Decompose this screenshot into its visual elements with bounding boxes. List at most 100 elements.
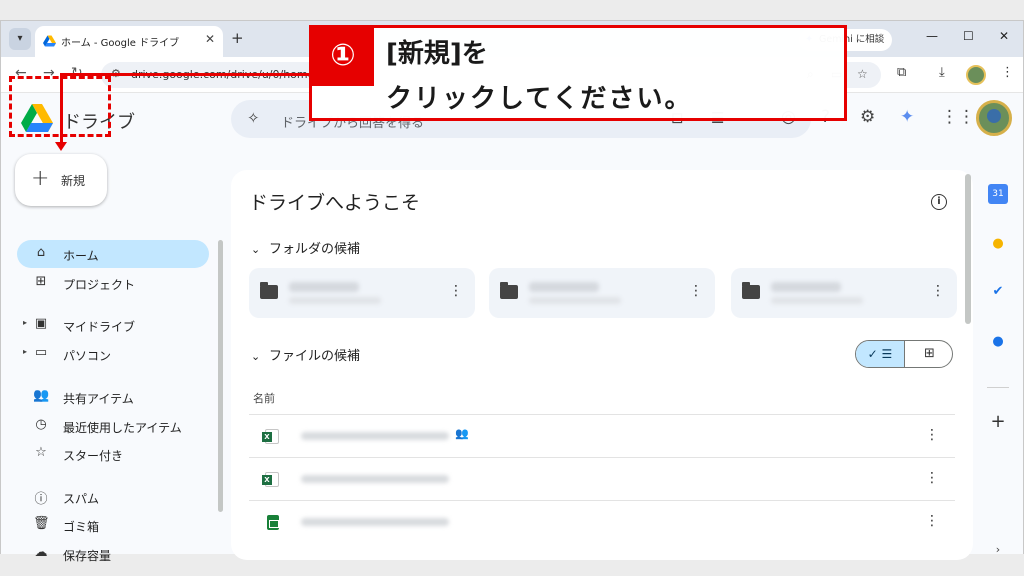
folder-path-redacted: [289, 297, 381, 304]
chevron-down-icon: ⌄: [251, 243, 261, 256]
sidebar-item-label: スター付き: [63, 449, 124, 463]
bookmark-star-icon[interactable]: ☆: [857, 67, 868, 81]
sidebar-item-shared[interactable]: 👥 共有アイテム: [17, 383, 209, 411]
grid-view-button[interactable]: ⊞: [905, 341, 952, 367]
file-name-redacted: [301, 518, 449, 526]
folder-name-redacted: [289, 282, 359, 292]
step-number: ①: [312, 28, 374, 86]
tab-search-button[interactable]: ▾: [9, 28, 31, 50]
sidebar-item-my-drive[interactable]: ▸ ▣ マイドライブ: [17, 311, 209, 339]
plus-icon: +: [31, 166, 50, 191]
add-addon-icon[interactable]: +: [988, 412, 1008, 432]
main-scrollbar[interactable]: [965, 174, 971, 324]
file-name-redacted: [301, 432, 449, 440]
folder-card[interactable]: ⋮: [249, 268, 475, 318]
calendar-icon[interactable]: 31: [988, 184, 1008, 204]
new-tab-button[interactable]: +: [231, 29, 244, 47]
contacts-icon[interactable]: ●: [988, 332, 1008, 352]
sidebar-item-computers[interactable]: ▸ ▭ パソコン: [17, 340, 209, 368]
excel-file-icon: [262, 472, 279, 487]
projects-icon: ⊞: [35, 274, 47, 289]
account-avatar[interactable]: [976, 100, 1012, 136]
folders-section-header[interactable]: ⌄ フォルダの候補: [251, 238, 360, 257]
excel-file-icon: [262, 429, 279, 444]
sidebar-item-starred[interactable]: ☆ スター付き: [17, 440, 209, 468]
sheets-file-icon: [267, 515, 279, 530]
pointer-arrow-line: [60, 73, 63, 145]
more-options-icon[interactable]: ⋮: [689, 283, 703, 299]
close-tab-icon[interactable]: ✕: [205, 32, 215, 46]
extensions-icon[interactable]: ⧉: [897, 65, 906, 80]
section-title: フォルダの候補: [269, 242, 361, 257]
tasks-icon[interactable]: ✔: [988, 282, 1008, 302]
sidebar-item-label: パソコン: [63, 349, 112, 363]
drive-favicon-icon: [43, 35, 56, 47]
home-icon: ⌂: [36, 245, 46, 260]
instruction-line1: [新規]を: [386, 39, 488, 69]
tab-drive-home[interactable]: ホーム - Google ドライブ ✕: [35, 26, 223, 57]
file-row[interactable]: 👥 ⋮: [249, 414, 955, 457]
star-icon: ☆: [35, 445, 47, 460]
sidebar-item-recent[interactable]: ◷ 最近使用したアイテム: [17, 412, 209, 440]
folder-path-redacted: [771, 297, 863, 304]
more-options-icon[interactable]: ⋮: [925, 513, 939, 529]
info-icon[interactable]: i: [931, 194, 947, 210]
gemini-icon[interactable]: ✦: [900, 107, 914, 127]
close-window-icon[interactable]: ✕: [999, 29, 1009, 43]
ai-search-icon: ✧: [247, 109, 260, 127]
folder-icon: [500, 282, 518, 299]
folder-path-redacted: [529, 297, 621, 304]
new-button[interactable]: + 新規: [15, 154, 107, 206]
more-options-icon[interactable]: ⋮: [931, 283, 945, 299]
column-header-name[interactable]: 名前: [253, 390, 275, 406]
sidebar-item-label: 保存容量: [63, 549, 112, 563]
expand-caret-icon[interactable]: ▸: [23, 318, 27, 327]
folder-card[interactable]: ⋮: [489, 268, 715, 318]
sidebar-item-label: マイドライブ: [63, 320, 136, 334]
file-row[interactable]: ⋮: [249, 457, 955, 500]
sidebar-item-projects[interactable]: ⊞ プロジェクト: [17, 269, 209, 297]
sidebar-item-label: 共有アイテム: [63, 392, 134, 406]
download-icon[interactable]: ⤓: [939, 65, 945, 80]
expand-panel-icon[interactable]: ›: [988, 540, 1008, 560]
sidebar-item-home[interactable]: ⌂ ホーム: [17, 240, 209, 268]
expand-caret-icon[interactable]: ▸: [23, 347, 27, 356]
section-title: ファイルの候補: [269, 349, 361, 364]
sidebar-scrollbar[interactable]: [218, 240, 223, 512]
instruction-line2: クリックしてください。: [386, 84, 693, 114]
folder-icon: [742, 282, 760, 299]
browser-menu-icon[interactable]: ⋮: [1001, 65, 1014, 80]
view-toggle: ✓ ☰ ⊞: [855, 340, 953, 368]
more-options-icon[interactable]: ⋮: [925, 427, 939, 443]
files-section-header[interactable]: ⌄ ファイルの候補: [251, 345, 360, 364]
sidebar-item-trash[interactable]: 🗑 ゴミ箱: [17, 511, 209, 539]
rail-divider: [987, 387, 1009, 388]
sidebar-item-storage[interactable]: ☁ 保存容量: [17, 540, 209, 568]
sidebar-item-label: 最近使用したアイテム: [63, 421, 182, 435]
drive-app: ドライブ ✧ ドライブから回答を得る ⊟ ☰ ◎ ? ⚙ ✦ ⋮⋮ + 新規 ⌂…: [1, 94, 1023, 563]
cloud-icon: ☁: [34, 545, 48, 560]
main-panel: ドライブへようこそ i ⌄ フォルダの候補 ⋮ ⋮ ⋮ ⌄ ファイルの候補 ✓ …: [231, 170, 973, 560]
computer-icon: ▭: [34, 345, 48, 360]
more-options-icon[interactable]: ⋮: [925, 470, 939, 486]
more-options-icon[interactable]: ⋮: [449, 283, 463, 299]
sidebar-item-label: ゴミ箱: [63, 520, 100, 534]
file-row[interactable]: ⋮: [249, 500, 955, 543]
tab-title: ホーム - Google ドライブ: [61, 38, 180, 49]
clock-icon: ◷: [35, 417, 47, 432]
folder-icon: [260, 282, 278, 299]
minimize-icon[interactable]: —: [926, 29, 938, 43]
file-name-redacted: [301, 475, 449, 483]
folder-card[interactable]: ⋮: [731, 268, 957, 318]
settings-gear-icon[interactable]: ⚙: [860, 107, 875, 127]
trash-icon: 🗑: [33, 516, 50, 531]
list-view-button[interactable]: ✓ ☰: [856, 341, 905, 367]
browser-profile-avatar[interactable]: [966, 65, 986, 85]
new-button-label: 新規: [61, 174, 86, 188]
pointer-arrow-line: [60, 73, 310, 76]
sidebar-item-spam[interactable]: ⓘ スパム: [17, 483, 209, 511]
maximize-icon[interactable]: ☐: [963, 29, 974, 43]
keep-icon[interactable]: ●: [988, 234, 1008, 254]
apps-grid-icon[interactable]: ⋮⋮: [941, 107, 975, 127]
folder-name-redacted: [771, 282, 841, 292]
